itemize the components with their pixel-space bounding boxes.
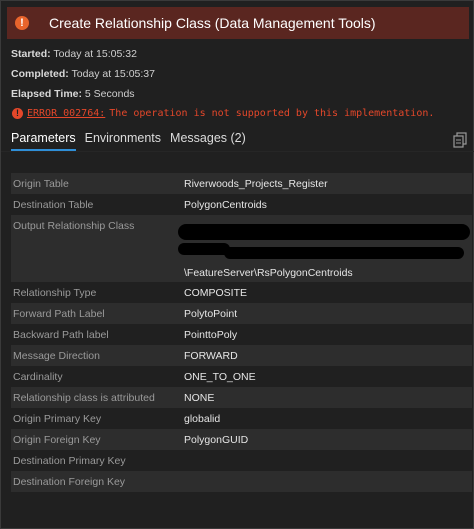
param-value: PolygonGUID (184, 433, 249, 446)
param-label: Relationship Type (13, 286, 97, 299)
tab-bar: Parameters Environments Messages (2) (11, 131, 255, 151)
param-label: Origin Foreign Key (13, 433, 101, 446)
error-code-link[interactable]: ERROR 002764: (27, 108, 105, 119)
param-value: globalid (184, 412, 221, 425)
param-label: Destination Primary Key (13, 454, 126, 467)
param-row: Origin Primary Key globalid (11, 408, 472, 429)
title-bar: ! Create Relationship Class (Data Manage… (7, 7, 469, 39)
param-value-output: \FeatureServer\RsPolygonCentroids (178, 220, 472, 282)
param-label: Origin Table (13, 177, 69, 190)
tab-divider (1, 151, 474, 152)
param-label: Relationship class is attributed (13, 391, 155, 404)
output-path-text: \FeatureServer\RsPolygonCentroids (184, 267, 353, 279)
redaction-mark (178, 224, 470, 240)
warning-circle-icon: ! (15, 16, 29, 30)
param-value: NONE (184, 391, 215, 404)
parameters-table: Origin Table Riverwoods_Projects_Registe… (11, 173, 472, 492)
param-label: Message Direction (13, 349, 100, 362)
param-label: Output Relationship Class (13, 220, 135, 232)
param-row: Origin Table Riverwoods_Projects_Registe… (11, 173, 472, 194)
param-row: Destination Primary Key (11, 450, 472, 471)
geoprocessing-result-panel: ! Create Relationship Class (Data Manage… (0, 0, 474, 529)
error-text: The operation is not supported by this i… (109, 108, 435, 119)
dialog-title: Create Relationship Class (Data Manageme… (49, 15, 376, 31)
param-label: Backward Path label (13, 328, 109, 341)
started-info: Started: Today at 15:05:32 (11, 48, 137, 60)
param-row-output: Output Relationship Class \FeatureServer… (11, 215, 472, 282)
elapsed-value: 5 Seconds (84, 88, 135, 100)
completed-value: Today at 15:05:37 (71, 68, 155, 80)
param-label: Destination Table (13, 198, 94, 211)
param-value: PolytoPoint (184, 307, 238, 320)
param-row: Message Direction FORWARD (11, 345, 472, 366)
param-row: Relationship Type COMPOSITE (11, 282, 472, 303)
param-label: Origin Primary Key (13, 412, 102, 425)
param-row: Destination Table PolygonCentroids (11, 194, 472, 215)
param-value: Riverwoods_Projects_Register (184, 177, 328, 190)
param-row: Cardinality ONE_TO_ONE (11, 366, 472, 387)
param-value: COMPOSITE (184, 286, 248, 299)
tab-parameters[interactable]: Parameters (11, 131, 76, 151)
redaction-mark (178, 243, 230, 255)
param-row: Origin Foreign Key PolygonGUID (11, 429, 472, 450)
param-row: Backward Path label PointtoPoly (11, 324, 472, 345)
error-icon: ! (12, 108, 23, 119)
completed-label: Completed: (11, 68, 69, 80)
param-row: Forward Path Label PolytoPoint (11, 303, 472, 324)
error-message: ! ERROR 002764: The operation is not sup… (12, 108, 434, 119)
elapsed-label: Elapsed Time: (11, 88, 82, 100)
param-value: PointtoPoly (184, 328, 238, 341)
redaction-mark (224, 247, 464, 259)
started-label: Started: (11, 48, 51, 60)
completed-info: Completed: Today at 15:05:37 (11, 68, 155, 80)
elapsed-info: Elapsed Time: 5 Seconds (11, 88, 135, 100)
param-label: Forward Path Label (13, 307, 105, 320)
param-value: ONE_TO_ONE (184, 370, 256, 383)
param-row: Destination Foreign Key (11, 471, 472, 492)
param-value: PolygonCentroids (184, 198, 267, 211)
param-label: Cardinality (13, 370, 63, 383)
started-value: Today at 15:05:32 (53, 48, 137, 60)
copy-icon[interactable] (453, 132, 467, 148)
param-value: FORWARD (184, 349, 238, 362)
param-label: Destination Foreign Key (13, 475, 126, 488)
param-row: Relationship class is attributed NONE (11, 387, 472, 408)
tab-messages[interactable]: Messages (2) (170, 131, 246, 151)
tab-environments[interactable]: Environments (85, 131, 161, 151)
